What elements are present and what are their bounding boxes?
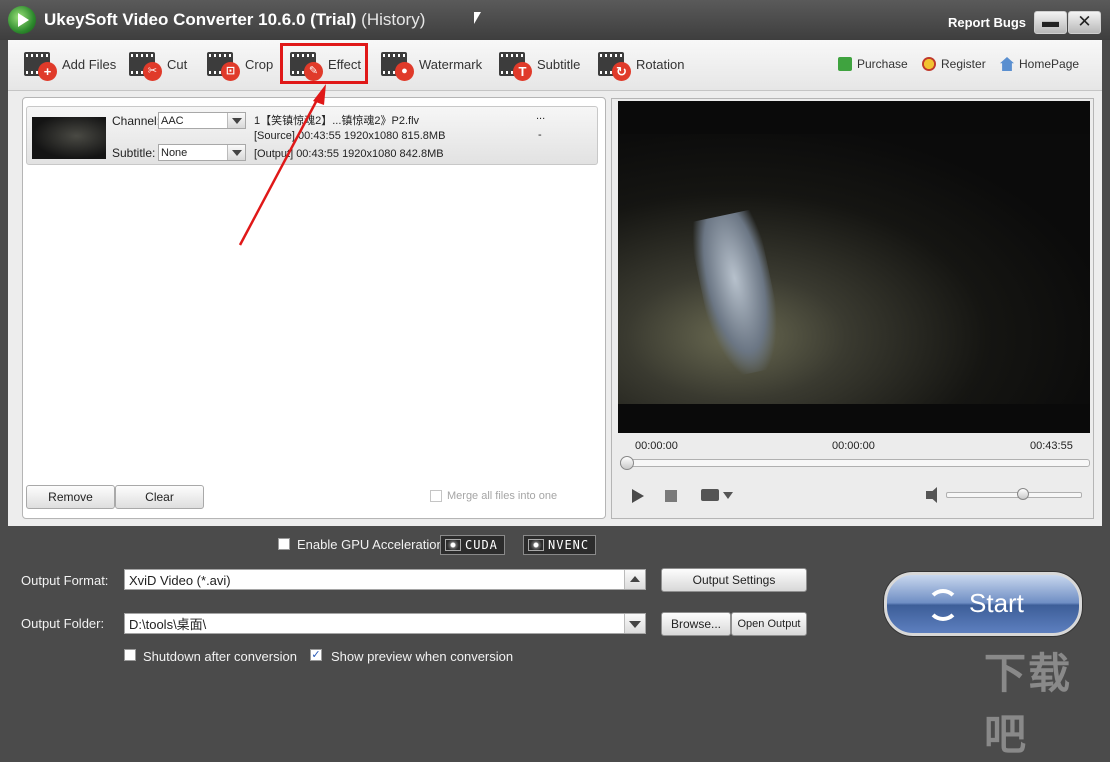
output-folder-value: D:\tools\桌面\ xyxy=(129,617,207,632)
title-bar: UkeySoft Video Converter 10.6.0 (Trial) … xyxy=(0,0,1110,40)
video-thumbnail xyxy=(32,117,106,159)
subtitle-value: None xyxy=(161,147,188,159)
close-button[interactable]: ✕ xyxy=(1068,11,1101,34)
channel-select[interactable]: AAC xyxy=(158,112,246,129)
output-format-label: Output Format: xyxy=(21,573,109,588)
preview-checkbox[interactable]: ✓ xyxy=(310,649,322,661)
time-end: 00:43:55 xyxy=(1030,440,1073,452)
video-preview xyxy=(618,101,1090,433)
video-frame xyxy=(618,134,1090,404)
cart-icon xyxy=(838,57,852,71)
output-settings-button[interactable]: Output Settings xyxy=(661,568,807,592)
subtitle-select-label: Subtitle: xyxy=(112,146,156,160)
register-badge-icon xyxy=(922,57,936,71)
gpu-checkbox[interactable] xyxy=(278,538,290,550)
volume-handle[interactable] xyxy=(1017,488,1029,500)
homepage-link[interactable]: HomePage xyxy=(1000,57,1079,71)
chevron-up-icon xyxy=(624,570,645,589)
time-current: 00:00:00 xyxy=(832,440,875,452)
app-title: UkeySoft Video Converter 10.6.0 (Trial) … xyxy=(44,10,425,30)
camera-icon[interactable] xyxy=(701,489,719,501)
output-folder-input[interactable]: D:\tools\桌面\ xyxy=(124,613,646,634)
file-list-item[interactable]: Channel: AAC Subtitle: None 1【笑镇惊魂2】...镇… xyxy=(26,106,598,165)
time-start: 00:00:00 xyxy=(635,440,678,452)
shutdown-checkbox[interactable] xyxy=(124,649,136,661)
shutdown-label: Shutdown after conversion xyxy=(143,649,297,664)
volume-slider[interactable] xyxy=(946,488,1082,500)
crop-label: Crop xyxy=(245,57,274,72)
app-title-text: UkeySoft Video Converter 10.6.0 (Trial) xyxy=(44,10,357,29)
rotate-icon: ↻ xyxy=(612,62,631,81)
file-list-panel: Channel: AAC Subtitle: None 1【笑镇惊魂2】...镇… xyxy=(22,97,606,519)
cut-label: Cut xyxy=(167,57,188,72)
chevron-down-icon xyxy=(227,145,245,160)
purchase-label: Purchase xyxy=(857,57,908,71)
play-icon[interactable] xyxy=(632,489,644,503)
start-label: Start xyxy=(969,588,1024,618)
output-format-select[interactable]: XviD Video (*.avi) xyxy=(124,569,646,590)
purchase-link[interactable]: Purchase xyxy=(838,57,908,71)
cuda-badge: CUDA xyxy=(440,535,505,555)
crop-icon: ⊡ xyxy=(221,62,240,81)
mouse-cursor-icon xyxy=(474,12,481,24)
nvenc-badge: NVENC xyxy=(523,535,597,555)
video-figure xyxy=(687,208,789,380)
register-label: Register xyxy=(941,57,986,71)
preview-label: Show preview when conversion xyxy=(331,649,514,664)
seek-handle[interactable] xyxy=(620,456,634,470)
stop-icon[interactable] xyxy=(665,490,677,502)
history-link[interactable]: (History) xyxy=(361,10,425,29)
minimize-button[interactable]: ▬ xyxy=(1034,11,1067,34)
preview-panel: 00:00:00 00:00:00 00:43:55 xyxy=(611,98,1094,519)
convert-icon xyxy=(927,589,959,621)
output-folder-label: Output Folder: xyxy=(21,616,105,631)
open-output-button[interactable]: Open Output xyxy=(731,612,807,636)
clear-button[interactable]: Clear xyxy=(115,485,204,509)
add-files-label: Add Files xyxy=(62,57,117,72)
site-watermark-logo: 下载吧 xyxy=(984,650,1073,758)
chevron-down-icon xyxy=(624,614,645,633)
volume-speaker-icon xyxy=(928,487,937,503)
rotation-label: Rotation xyxy=(636,57,685,72)
output-format-value: XviD Video (*.avi) xyxy=(129,573,231,588)
text-icon: T xyxy=(513,62,532,81)
homepage-label: HomePage xyxy=(1019,57,1080,71)
check-icon: ✓ xyxy=(311,649,321,661)
more-options-button[interactable]: ... xyxy=(536,110,545,122)
scissors-icon: ✂ xyxy=(143,62,162,81)
camera-dropdown-icon[interactable] xyxy=(723,492,733,499)
merge-label: Merge all files into one xyxy=(447,490,558,502)
start-button[interactable]: Start xyxy=(884,572,1082,636)
channel-value: AAC xyxy=(161,115,184,127)
app-logo-icon xyxy=(8,6,36,34)
file-dash: - xyxy=(538,129,542,141)
register-link[interactable]: Register xyxy=(922,57,986,71)
chevron-down-icon xyxy=(227,113,245,128)
home-icon xyxy=(1000,57,1014,71)
drop-icon: ● xyxy=(395,62,414,81)
subtitle-select[interactable]: None xyxy=(158,144,246,161)
plus-icon: + xyxy=(38,62,57,81)
seek-bar[interactable] xyxy=(620,456,1090,470)
remove-button[interactable]: Remove xyxy=(26,485,115,509)
output-info: [Output] 00:43:55 1920x1080 842.8MB xyxy=(254,148,444,160)
browse-button[interactable]: Browse... xyxy=(661,612,731,636)
watermark-label: Watermark xyxy=(419,57,483,72)
file-name: 1【笑镇惊魂2】...镇惊魂2》P2.flv xyxy=(254,115,420,127)
report-bugs-link[interactable]: Report Bugs xyxy=(948,15,1026,30)
source-info: [Source] 00:43:55 1920x1080 815.8MB xyxy=(254,130,446,142)
channel-label: Channel: xyxy=(112,114,161,128)
subtitle-label: Subtitle xyxy=(537,57,581,72)
gpu-label: Enable GPU Acceleration xyxy=(297,537,444,552)
effect-highlight-box xyxy=(280,43,368,84)
merge-checkbox[interactable] xyxy=(430,490,442,502)
